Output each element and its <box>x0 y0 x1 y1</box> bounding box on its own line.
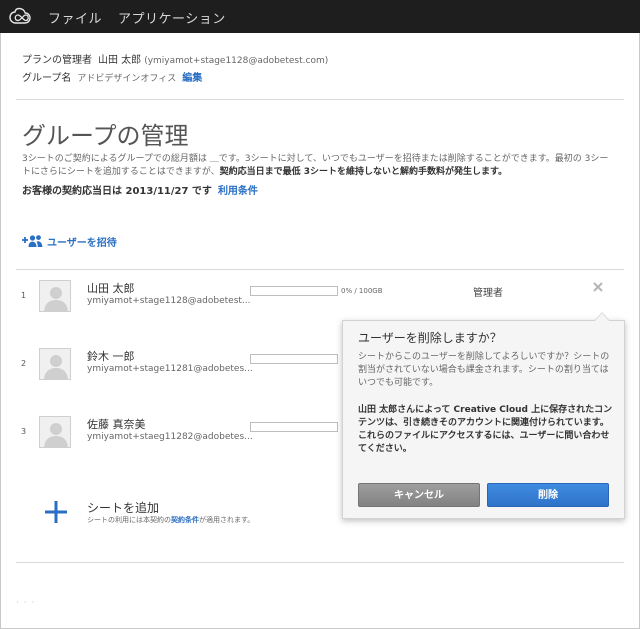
divider <box>16 562 624 563</box>
add-seat-note-prefix: シートの利用には本契約の <box>87 516 171 524</box>
contract-terms-link[interactable]: 契約条件 <box>171 516 199 524</box>
cancel-button[interactable]: キャンセル <box>358 483 480 507</box>
nav-file[interactable]: ファイル <box>48 8 102 27</box>
dialog-title: ユーザーを削除しますか？ <box>358 331 502 345</box>
avatar <box>39 348 71 380</box>
add-seat-note-suffix: が適用されます。 <box>199 516 255 524</box>
edit-group-link[interactable]: 編集 <box>182 73 202 84</box>
dialog-warning: 山田 太郎さんによって Creative Cloud 上に保存されたコンテンツは… <box>358 405 613 454</box>
renewal-info: お客様の契約応当日は 2013/11/27 です 利用条件 <box>22 182 258 197</box>
avatar-placeholder-icon <box>40 417 70 447</box>
add-seat-button[interactable] <box>42 498 82 526</box>
plan-admin-row: プランの管理者 山田 太郎 (ymiyamot+stage1128@adobetes… <box>22 51 328 66</box>
add-seat-note: シートの利用には本契約の契約条件が適用されます。 <box>87 515 254 525</box>
renewal-date-text: お客様の契約応当日は 2013/11/27 です <box>22 186 212 197</box>
user-email: ymiyamot+stage11281@adobetes... <box>87 364 253 374</box>
storage-usage-bar <box>250 422 338 432</box>
invite-user-label: ユーザーを招待 <box>47 237 117 249</box>
avatar-placeholder-icon <box>40 281 70 311</box>
user-index: 1 <box>21 291 27 300</box>
storage-usage-bar <box>250 286 338 296</box>
user-email: ymiyamot+stage1128@adobetest... <box>87 296 251 306</box>
plan-admin-email: (ymiyamot+stage1128@adobetest.com) <box>144 56 329 66</box>
avatar <box>39 416 71 448</box>
creative-cloud-logo[interactable] <box>9 7 31 25</box>
top-bar: ファイル アプリケーション <box>0 0 640 33</box>
user-name: 山田 太郎 <box>87 282 135 295</box>
plan-description: 3シートのご契約によるグループでの総月額は ＿です。3シートに対して、いつでもユ… <box>22 153 622 179</box>
storage-usage-text: 0% / 100GB <box>341 287 383 295</box>
user-email: ymiyamot+staeg11282@adobetes... <box>87 432 253 442</box>
avatar <box>39 280 71 312</box>
plan-admin-name: 山田 太郎 <box>98 55 142 66</box>
nav-applications[interactable]: アプリケーション <box>118 8 226 27</box>
user-index: 2 <box>21 359 27 368</box>
plan-admin-label: プランの管理者 <box>22 55 92 66</box>
description-line-1: 3シートのご契約によるグループでの総月額は ＿です。3シートに対して、いつでもユ… <box>22 154 609 164</box>
dialog-body: シートからこのユーザーを削除してよろしいですか？シートの割当がされていない場合も… <box>358 352 610 388</box>
ellipsis-indicator: · · · <box>16 598 36 608</box>
delete-user-dialog: ユーザーを削除しますか？ シートからこのユーザーを削除してよろしいですか？シート… <box>342 312 625 519</box>
user-role: 管理者 <box>473 288 503 299</box>
storage-usage-bar <box>250 354 338 364</box>
avatar-placeholder-icon <box>40 349 70 379</box>
delete-button[interactable]: 削除 <box>487 483 609 507</box>
group-name-label: グループ名 <box>22 73 72 84</box>
user-row: 1 山田 太郎 ymiyamot+stage1128@adobetest... … <box>16 268 624 328</box>
group-name-value: アドビデザインオフィス <box>77 74 177 84</box>
divider <box>16 99 624 100</box>
add-user-icon <box>22 235 43 247</box>
terms-link[interactable]: 利用条件 <box>218 186 258 197</box>
user-index: 3 <box>21 427 27 436</box>
description-line-2: トにさらにシートを追加することはできますが、 <box>22 167 220 177</box>
group-name-row: グループ名 アドビデザインオフィス 編集 <box>22 69 202 84</box>
description-warning: 契約応当日まで最低 3シートを維持しないと解約手数料が発生します。 <box>219 167 508 177</box>
dialog-pointer <box>594 312 610 321</box>
add-seat-title[interactable]: シートを追加 <box>87 499 159 516</box>
plus-icon <box>45 501 67 523</box>
user-name: 佐藤 真奈美 <box>87 418 146 431</box>
page-title: グループの管理 <box>22 122 189 150</box>
remove-user-icon[interactable] <box>592 281 604 293</box>
invite-user-button[interactable]: ユーザーを招待 <box>22 233 117 249</box>
user-name: 鈴木 一郎 <box>87 350 135 363</box>
